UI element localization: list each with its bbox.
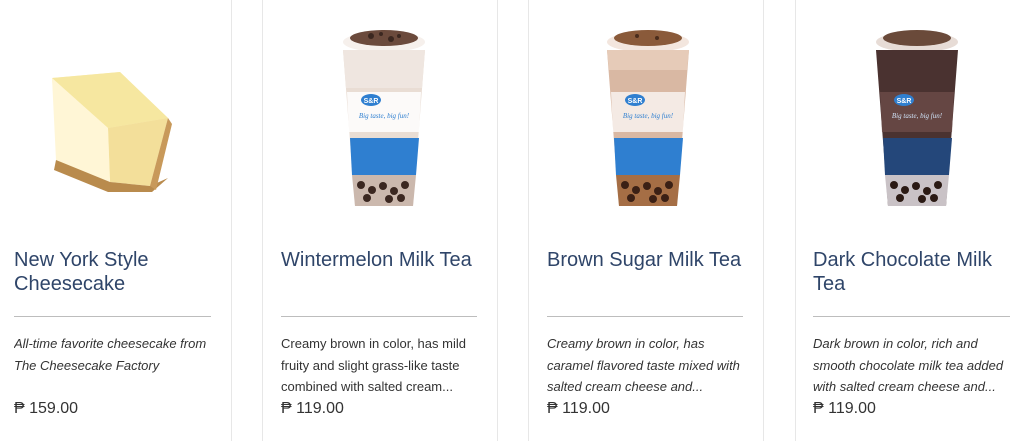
product-card-dark-chocolate-milk-tea[interactable]: S&R Big taste, big fun! Dark Chocolate M… [795,0,1024,441]
product-name[interactable]: Wintermelon Milk Tea [281,248,483,272]
product-card-brown-sugar-milk-tea[interactable]: S&R Big taste, big fun! Brown Sugar Milk… [528,0,764,441]
cheesecake-image[interactable] [0,0,231,230]
cup-tagline: Big taste, big fun! [623,112,674,120]
product-grid: New York Style Cheesecake All-time favor… [0,0,1024,441]
product-description: Dark brown in color, rich and smooth cho… [813,336,1004,394]
product-price: ₱ 119.00 [813,400,876,417]
cup-brand-label: S&R [628,98,643,105]
product-name[interactable]: Brown Sugar Milk Tea [547,248,749,272]
divider [14,316,211,317]
product-description: All-time favorite cheesecake from The Ch… [14,336,207,373]
brown-sugar-milk-tea-image[interactable]: S&R Big taste, big fun! [529,0,763,230]
product-description: Creamy brown in color, has mild fruity a… [281,336,466,394]
cup-tagline: Big taste, big fun! [359,112,410,120]
cup-brand-label: S&R [897,98,912,105]
product-card-wintermelon-milk-tea[interactable]: S&R Big taste, big fun! Wintermelon Milk… [262,0,498,441]
product-price: ₱ 159.00 [14,400,79,417]
product-name[interactable]: Dark Chocolate Milk Tea [813,248,1010,296]
divider [547,316,743,317]
divider [281,316,477,317]
wintermelon-milk-tea-image[interactable]: S&R Big taste, big fun! [263,0,497,230]
divider [813,316,1010,317]
dark-chocolate-milk-tea-image[interactable]: S&R Big taste, big fun! [796,0,1024,230]
product-description: Creamy brown in color, has caramel flavo… [547,336,740,394]
cup-brand-label: S&R [364,98,379,105]
product-card-cheesecake[interactable]: New York Style Cheesecake All-time favor… [0,0,232,441]
product-price: ₱ 119.00 [281,400,344,417]
product-price: ₱ 119.00 [547,400,610,417]
product-name[interactable]: New York Style Cheesecake [14,248,217,296]
cup-tagline: Big taste, big fun! [892,112,943,120]
